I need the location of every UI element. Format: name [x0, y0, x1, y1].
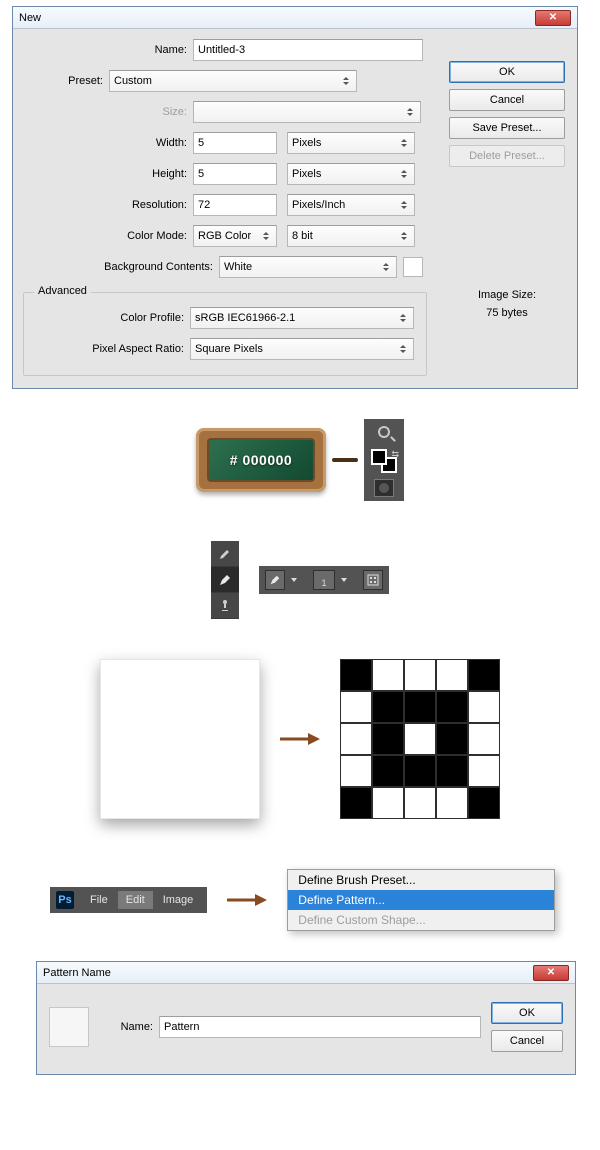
- dropdown-icon: [397, 314, 409, 322]
- quickmask-icon: [374, 479, 394, 497]
- dropdown-icon: [380, 263, 392, 271]
- resolution-input[interactable]: [193, 194, 277, 216]
- colorprofile-select[interactable]: sRGB IEC61966-2.1: [190, 307, 414, 329]
- colormode-label: Color Mode:: [57, 230, 193, 242]
- resolution-label: Resolution:: [57, 199, 193, 211]
- colorprofile-label: Color Profile:: [34, 312, 190, 324]
- dialog-title: Pattern Name: [43, 967, 111, 979]
- dropdown-icon: [340, 77, 352, 85]
- name-label: Name:: [23, 44, 193, 56]
- bgcontents-select[interactable]: White: [219, 256, 397, 278]
- colordepth-select[interactable]: 8 bit: [287, 225, 415, 247]
- quickmask-toggle[interactable]: [368, 479, 400, 497]
- close-button[interactable]: ✕: [533, 965, 569, 981]
- stamp-tool[interactable]: [211, 593, 239, 619]
- imgsize-value: 75 bytes: [457, 307, 557, 319]
- brush-panel-toggle[interactable]: [363, 570, 383, 590]
- save-preset-button[interactable]: Save Preset...: [449, 117, 565, 139]
- blank-canvas: [100, 659, 260, 819]
- edit-submenu: Define Brush Preset... Define Pattern...…: [287, 869, 555, 931]
- dropdown-icon: [260, 232, 272, 240]
- pencil-icon: [218, 573, 232, 587]
- width-label: Width:: [57, 137, 193, 149]
- preset-value: Custom: [114, 75, 152, 87]
- titlebar: New: [13, 7, 577, 29]
- bgcontents-label: Background Contents:: [23, 261, 219, 273]
- arrow-icon: [280, 731, 320, 747]
- stamp-icon: [218, 599, 232, 613]
- hex-value: # 000000: [230, 452, 292, 468]
- arrow-right: [280, 731, 320, 747]
- chalkboard: # 000000: [196, 428, 326, 492]
- new-dialog: New ✕ OK Cancel Save Preset... Delete Pr…: [12, 6, 578, 389]
- dropdown-icon: [398, 170, 410, 178]
- pattern-name-label: Name:: [99, 1021, 159, 1033]
- close-icon: ✕: [549, 13, 557, 23]
- app-icon: Ps: [56, 891, 74, 909]
- ok-button[interactable]: OK: [449, 61, 565, 83]
- resolution-unit-select[interactable]: Pixels/Inch: [287, 194, 415, 216]
- menu-define-pattern[interactable]: Define Pattern...: [288, 890, 554, 910]
- dropdown-icon: [397, 345, 409, 353]
- menu-file[interactable]: File: [82, 891, 116, 909]
- brush-size-preview[interactable]: 1: [313, 570, 335, 590]
- width-unit-select[interactable]: Pixels: [287, 132, 415, 154]
- dialog-title: New: [19, 12, 41, 24]
- arrow-icon: [227, 892, 267, 908]
- dropdown-icon: [404, 108, 416, 116]
- tool-preset-picker[interactable]: [265, 570, 285, 590]
- brush-tool[interactable]: [211, 541, 239, 567]
- arrow-right: [227, 892, 267, 908]
- chevron-down-icon[interactable]: [341, 578, 347, 582]
- dropdown-icon: [398, 232, 410, 240]
- tool-column: [211, 541, 239, 619]
- menu-define-custom-shape: Define Custom Shape...: [288, 910, 554, 930]
- dropdown-icon: [398, 201, 410, 209]
- size-label: Size:: [57, 106, 193, 118]
- height-unit-select[interactable]: Pixels: [287, 163, 415, 185]
- colormode-select[interactable]: RGB Color: [193, 225, 277, 247]
- size-select: [193, 101, 421, 123]
- preset-label: Preset:: [23, 75, 109, 87]
- advanced-legend: Advanced: [34, 285, 91, 297]
- magnifier-icon: [378, 426, 390, 438]
- preset-select[interactable]: Custom: [109, 70, 357, 92]
- chevron-down-icon[interactable]: [291, 578, 297, 582]
- par-select[interactable]: Square Pixels: [190, 338, 414, 360]
- bgcolor-swatch[interactable]: [403, 257, 423, 277]
- connector-line: [332, 458, 358, 462]
- pattern-canvas: [340, 659, 500, 819]
- app-menubar: Ps File Edit Image: [50, 887, 207, 913]
- menu-edit[interactable]: Edit: [118, 891, 153, 909]
- width-input[interactable]: [193, 132, 277, 154]
- color-tool-column: ⇆: [364, 419, 404, 501]
- menu-define-brush-preset[interactable]: Define Brush Preset...: [288, 870, 554, 890]
- brush-size-value: 1: [321, 578, 326, 588]
- name-input[interactable]: [193, 39, 423, 61]
- height-label: Height:: [57, 168, 193, 180]
- zoom-tool[interactable]: [368, 423, 400, 441]
- brush-icon: [218, 547, 232, 561]
- fg-bg-swatch[interactable]: ⇆: [368, 445, 400, 475]
- pencil-icon: [269, 574, 281, 586]
- dropdown-icon: [398, 139, 410, 147]
- menu-image[interactable]: Image: [155, 891, 202, 909]
- pencil-tool[interactable]: [211, 567, 239, 593]
- delete-preset-button: Delete Preset...: [449, 145, 565, 167]
- pattern-preview: [49, 1007, 89, 1047]
- cancel-button[interactable]: Cancel: [449, 89, 565, 111]
- height-input[interactable]: [193, 163, 277, 185]
- fg-color-icon: [371, 449, 387, 465]
- titlebar: Pattern Name: [37, 962, 575, 984]
- close-button[interactable]: ✕: [535, 10, 571, 26]
- cancel-button[interactable]: Cancel: [491, 1030, 563, 1052]
- pattern-name-dialog: Pattern Name ✕ Name: OK Cancel: [36, 961, 576, 1075]
- imgsize-label: Image Size:: [457, 289, 557, 301]
- tool-options-bar: 1: [259, 566, 389, 594]
- ok-button[interactable]: OK: [491, 1002, 563, 1024]
- par-label: Pixel Aspect Ratio:: [34, 343, 190, 355]
- close-icon: ✕: [547, 968, 555, 978]
- panel-icon: [367, 574, 379, 586]
- pattern-name-input[interactable]: [159, 1016, 481, 1038]
